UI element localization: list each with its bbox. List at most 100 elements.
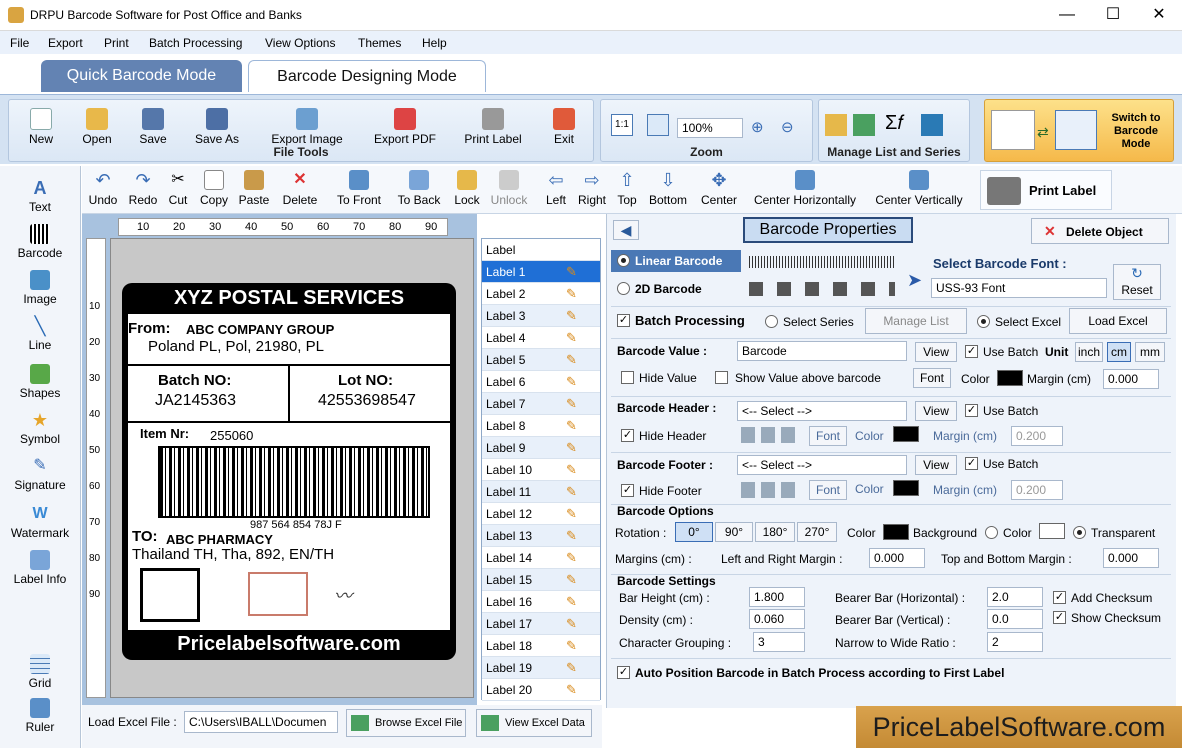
- excel-icon[interactable]: [853, 114, 875, 136]
- edit-pencil-icon[interactable]: ✎: [566, 572, 577, 588]
- select-series-radio[interactable]: [765, 315, 778, 328]
- lot-value[interactable]: 42553698547: [318, 392, 416, 410]
- barcode-value-select[interactable]: Barcode: [737, 341, 907, 361]
- edit-pencil-icon[interactable]: ✎: [566, 660, 577, 676]
- label-list-item[interactable]: Label 1 ✎: [482, 261, 600, 283]
- background-color-swatch[interactable]: [1039, 523, 1065, 539]
- show-checksum-checkbox[interactable]: ✓: [1053, 611, 1066, 624]
- edit-pencil-icon[interactable]: ✎: [566, 308, 577, 324]
- actual-size-icon[interactable]: 1:1: [611, 114, 633, 136]
- label-list-item[interactable]: Label 5 ✎: [482, 349, 600, 371]
- label-list-item[interactable]: Label 7 ✎: [482, 393, 600, 415]
- align-top-button[interactable]: ⇧ Top: [614, 170, 640, 207]
- to-company[interactable]: ABC PHARMACY: [166, 532, 273, 547]
- lot-label[interactable]: Lot NO:: [338, 372, 393, 389]
- barcode-value-view-button[interactable]: View: [915, 342, 957, 362]
- value-color-swatch[interactable]: [997, 370, 1023, 386]
- back-arrow-icon[interactable]: ◀: [613, 220, 639, 240]
- barcode-value-use-batch-checkbox[interactable]: ✓: [965, 345, 978, 358]
- hide-header-checkbox[interactable]: ✓: [621, 429, 634, 442]
- top-bottom-margin-input[interactable]: 0.000: [1103, 548, 1159, 568]
- save-button[interactable]: Save: [133, 108, 173, 146]
- tab-barcode-designing-mode[interactable]: Barcode Designing Mode: [248, 60, 486, 92]
- export-image-button[interactable]: Export Image: [265, 108, 349, 146]
- print-label-ribbon-button[interactable]: Print Label: [459, 108, 527, 146]
- label-list-item[interactable]: Label 15 ✎: [482, 569, 600, 591]
- to-front-button[interactable]: To Front: [334, 170, 384, 207]
- tool-signature[interactable]: ✎ Signature: [0, 456, 80, 492]
- edit-pencil-icon[interactable]: ✎: [566, 330, 577, 346]
- rotation-180-button[interactable]: 180°: [755, 522, 795, 542]
- undo-button[interactable]: ↶ Undo: [88, 170, 118, 207]
- header-view-button[interactable]: View: [915, 401, 957, 421]
- open-button[interactable]: Open: [77, 108, 117, 146]
- label-list-item[interactable]: Label 17 ✎: [482, 613, 600, 635]
- footer-margin-input[interactable]: 0.200: [1011, 480, 1063, 500]
- center-horizontally-button[interactable]: Center Horizontally: [748, 170, 862, 207]
- density-input[interactable]: 0.060: [749, 609, 805, 629]
- label-list-item[interactable]: Label 14 ✎: [482, 547, 600, 569]
- item-label[interactable]: Item Nr:: [140, 426, 189, 441]
- footer-color-swatch[interactable]: [893, 480, 919, 496]
- tool-ruler[interactable]: Ruler: [0, 698, 80, 734]
- label-list-item[interactable]: Label 8 ✎: [482, 415, 600, 437]
- fit-icon[interactable]: [647, 114, 669, 136]
- label-footer-text[interactable]: Pricelabelsoftware.com: [122, 633, 456, 656]
- unit-cm-button[interactable]: cm: [1107, 342, 1131, 362]
- linear-barcode-option[interactable]: Linear Barcode: [611, 250, 741, 272]
- label-list-item[interactable]: Label 2 ✎: [482, 283, 600, 305]
- print-label-button[interactable]: Print Label: [980, 170, 1112, 210]
- label-list-item[interactable]: Label 16 ✎: [482, 591, 600, 613]
- copy-button[interactable]: Copy: [198, 170, 230, 207]
- value-margin-input[interactable]: 0.000: [1103, 369, 1159, 389]
- barcode-text[interactable]: 987 564 854 78J F: [250, 519, 342, 531]
- align-right-button[interactable]: ⇨ Right: [576, 170, 608, 207]
- character-grouping-select[interactable]: 3: [753, 632, 805, 652]
- redo-button[interactable]: ↷ Redo: [128, 170, 158, 207]
- header-use-batch-checkbox[interactable]: ✓: [965, 404, 978, 417]
- rotation-270-button[interactable]: 270°: [797, 522, 837, 542]
- tool-text[interactable]: A Text: [0, 178, 80, 214]
- edit-pencil-icon[interactable]: ✎: [566, 682, 577, 698]
- label-list-item[interactable]: Label 9 ✎: [482, 437, 600, 459]
- menu-print[interactable]: Print: [104, 36, 129, 50]
- tab-quick-barcode-mode[interactable]: Quick Barcode Mode: [41, 60, 242, 92]
- tool-grid[interactable]: Grid: [0, 654, 80, 690]
- batch-value[interactable]: JA2145363: [155, 392, 236, 410]
- label-list-item[interactable]: Label 13 ✎: [482, 525, 600, 547]
- label-list-item[interactable]: Label 20 ✎: [482, 679, 600, 701]
- tool-barcode[interactable]: Barcode: [0, 224, 80, 260]
- envelope-icon[interactable]: [248, 572, 308, 616]
- footer-font-button[interactable]: Font: [809, 480, 847, 500]
- label-list-item[interactable]: Label 19 ✎: [482, 657, 600, 679]
- hide-footer-checkbox[interactable]: ✓: [621, 484, 634, 497]
- edit-pencil-icon[interactable]: ✎: [566, 594, 577, 610]
- menu-file[interactable]: File: [10, 36, 29, 50]
- bar-height-input[interactable]: 1.800: [749, 587, 805, 607]
- formula-icon[interactable]: Σ𝑓: [885, 112, 904, 135]
- batch-label[interactable]: Batch NO:: [158, 372, 231, 389]
- hide-value-checkbox[interactable]: [621, 371, 634, 384]
- edit-list-icon[interactable]: [825, 114, 847, 136]
- reset-button[interactable]: ↻ Reset: [1113, 264, 1161, 300]
- narrow-wide-ratio-input[interactable]: 2: [987, 632, 1043, 652]
- signature-image[interactable]: 〰: [334, 582, 352, 608]
- edit-pencil-icon[interactable]: ✎: [566, 638, 577, 654]
- paste-button[interactable]: Paste: [238, 170, 270, 207]
- to-label[interactable]: TO:: [132, 528, 158, 545]
- tool-label-info[interactable]: Label Info: [0, 550, 80, 586]
- rotation-0-button[interactable]: 0°: [675, 522, 713, 542]
- background-color-radio[interactable]: [985, 526, 998, 539]
- from-address[interactable]: Poland PL, Pol, 21980, PL: [148, 338, 324, 355]
- zoom-out-icon[interactable]: ⊖: [781, 118, 794, 136]
- edit-pencil-icon[interactable]: ✎: [566, 418, 577, 434]
- header-color-swatch[interactable]: [893, 426, 919, 442]
- edit-pencil-icon[interactable]: ✎: [566, 286, 577, 302]
- exit-button[interactable]: Exit: [547, 108, 581, 146]
- edit-pencil-icon[interactable]: ✎: [566, 462, 577, 478]
- export-pdf-button[interactable]: Export PDF: [369, 108, 441, 146]
- menu-export[interactable]: Export: [48, 36, 83, 50]
- footer-align-icons[interactable]: [741, 482, 797, 498]
- from-label[interactable]: From:: [128, 320, 171, 337]
- tool-symbol[interactable]: ★ Symbol: [0, 410, 80, 446]
